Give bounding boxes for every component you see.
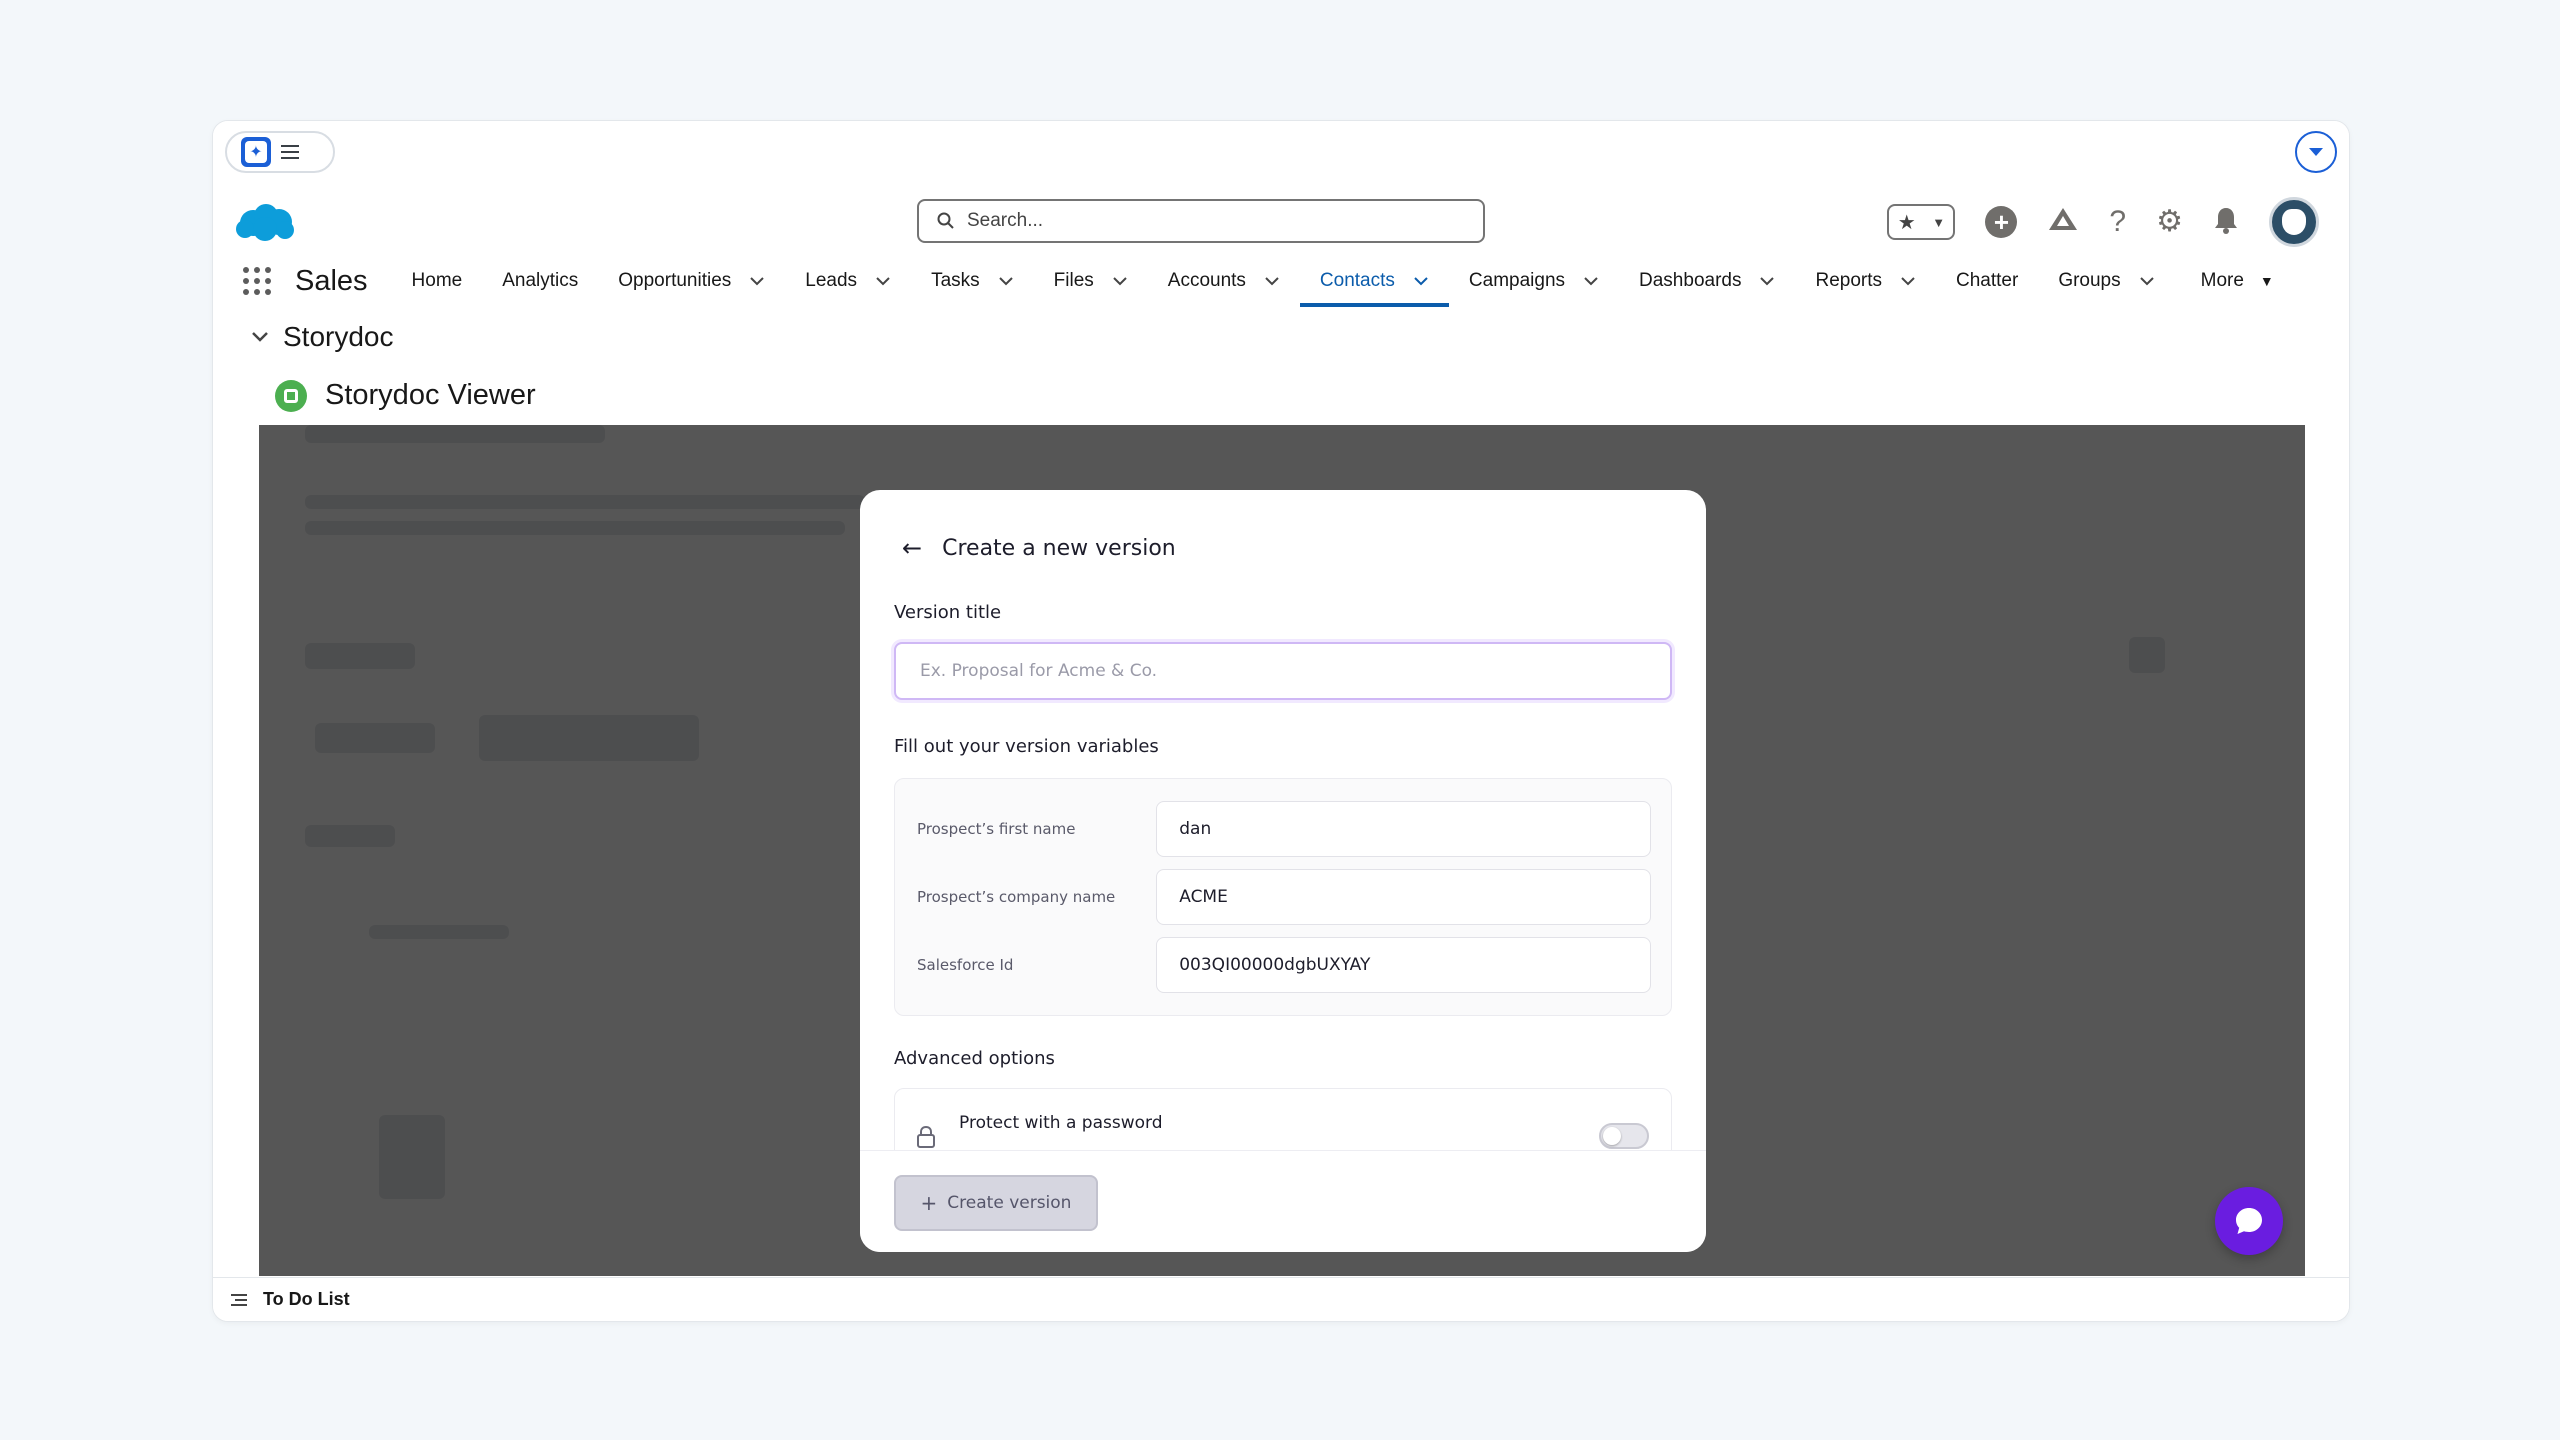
storydoc-section-header[interactable]: Storydoc (251, 321, 394, 353)
company-name-field[interactable] (1156, 869, 1651, 925)
gear-icon[interactable]: ⚙ (2156, 207, 2183, 237)
help-icon[interactable]: ? (2109, 207, 2126, 237)
global-create-icon[interactable]: + (1985, 206, 2018, 238)
agent-toggle-button[interactable]: ✦ (225, 131, 335, 173)
app-navigation: Sales Home Analytics Opportunities Leads Tas… (213, 249, 2349, 313)
variable-row: Prospect’s company name (917, 869, 1651, 925)
variable-label: Prospect’s company name (917, 888, 1116, 906)
global-search[interactable]: Search... (917, 199, 1485, 243)
salesforce-logo[interactable] (235, 203, 295, 248)
nav-item-chatter[interactable]: Chatter (1936, 249, 2038, 313)
variables-panel: Prospect’s first name Prospect’s company… (894, 778, 1672, 1016)
lock-icon (915, 1125, 937, 1153)
caret-down-icon: ▼ (2259, 273, 2274, 289)
first-name-field[interactable] (1156, 801, 1651, 857)
password-option-label: Protect with a password (959, 1113, 1163, 1133)
modal-footer: + Create version (860, 1150, 1706, 1252)
chevron-down-icon (1265, 277, 1279, 286)
variable-row: Prospect’s first name (917, 801, 1651, 857)
chevron-down-icon (750, 277, 764, 286)
variable-label: Salesforce Id (917, 956, 1014, 974)
search-icon (937, 212, 954, 229)
caret-down-icon: ▼ (1932, 214, 1946, 230)
nav-item-tasks[interactable]: Tasks (911, 249, 1034, 313)
nav-item-leads[interactable]: Leads (785, 249, 911, 313)
nav-item-campaigns[interactable]: Campaigns (1449, 249, 1619, 313)
dropdown-button[interactable] (2295, 131, 2337, 173)
modal-title: Create a new version (942, 535, 1176, 561)
chevron-down-icon (1901, 277, 1915, 286)
variable-label: Prospect’s first name (917, 820, 1076, 838)
utility-bar: ✦ (213, 121, 2349, 184)
search-placeholder: Search... (967, 210, 1044, 231)
modal-header: ← Create a new version (902, 534, 1176, 562)
salesforce-id-field[interactable] (1156, 937, 1651, 993)
nav-item-accounts[interactable]: Accounts (1148, 249, 1300, 313)
nav-item-groups[interactable]: Groups (2038, 249, 2174, 313)
trailhead-icon[interactable] (2047, 206, 2079, 239)
storydoc-icon (275, 379, 307, 412)
password-toggle[interactable] (1599, 1123, 1649, 1149)
header-actions: ★ ▼ + ? ⚙ (1887, 197, 2319, 247)
nav-item-contacts[interactable]: Contacts (1299, 249, 1449, 313)
app-launcher-icon[interactable] (243, 267, 271, 295)
bell-icon[interactable] (2213, 206, 2239, 239)
chevron-down-icon (252, 332, 268, 342)
version-title-label: Version title (894, 602, 1002, 623)
todo-list-icon (231, 1293, 247, 1306)
chat-bubble-icon (2236, 1208, 2262, 1234)
create-version-button[interactable]: + Create version (894, 1175, 1098, 1231)
plus-icon: + (920, 1191, 938, 1215)
avatar[interactable] (2269, 197, 2319, 247)
chevron-down-icon (876, 277, 890, 286)
app-name: Sales (295, 264, 368, 297)
version-title-input[interactable] (894, 642, 1672, 700)
viewer-title: Storydoc Viewer (275, 379, 536, 412)
advanced-options-label: Advanced options (894, 1048, 1055, 1069)
nav-item-reports[interactable]: Reports (1795, 249, 1936, 313)
nav-item-more[interactable]: More ▼ (2175, 249, 2294, 313)
create-version-modal: ← Create a new version Version title Fil… (860, 490, 1706, 1252)
chevron-down-icon (2139, 277, 2154, 286)
nav-item-home[interactable]: Home (392, 249, 483, 313)
nav-item-dashboards[interactable]: Dashboards (1619, 249, 1795, 313)
chevron-down-icon (1584, 277, 1598, 286)
chevron-down-icon (1113, 277, 1127, 286)
star-icon: ★ (1897, 211, 1916, 234)
todo-list-button[interactable]: To Do List (263, 1289, 350, 1310)
nav-item-files[interactable]: Files (1034, 249, 1148, 313)
back-arrow-icon[interactable]: ← (902, 534, 922, 562)
menu-icon (281, 145, 299, 159)
favorites-button[interactable]: ★ ▼ (1887, 204, 1956, 240)
chevron-down-icon (1414, 277, 1428, 286)
utility-dock: To Do List (213, 1277, 2349, 1321)
variable-row: Salesforce Id (917, 937, 1651, 993)
chevron-down-icon (1760, 277, 1775, 286)
chevron-down-icon (998, 277, 1013, 286)
agent-sparkle-icon: ✦ (241, 137, 271, 167)
nav-item-analytics[interactable]: Analytics (482, 249, 598, 313)
nav-items: Home Analytics Opportunities Leads Tasks File… (392, 249, 2175, 313)
variables-label: Fill out your version variables (894, 736, 1159, 757)
chat-button[interactable] (2215, 1187, 2283, 1255)
caret-down-icon (2309, 148, 2323, 156)
nav-item-opportunities[interactable]: Opportunities (598, 249, 785, 313)
